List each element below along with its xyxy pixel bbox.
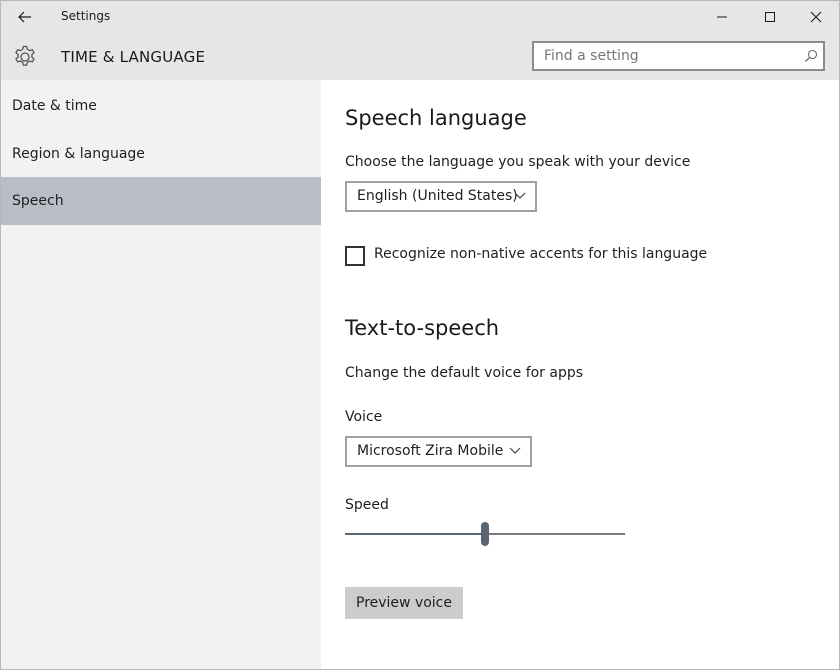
minimize-icon (717, 16, 727, 18)
voice-dropdown-value: Microsoft Zira Mobile (357, 443, 504, 459)
chevron-down-icon (509, 447, 521, 454)
maximize-icon (765, 12, 775, 22)
close-icon (810, 11, 822, 23)
sidebar-item-label: Speech (12, 193, 64, 209)
sidebar-item-label: Region & language (12, 146, 145, 162)
page-header: TIME & LANGUAGE (1, 33, 839, 80)
search-icon[interactable] (803, 48, 819, 64)
speech-language-heading: Speech language (345, 106, 527, 130)
back-button[interactable] (11, 5, 39, 29)
voice-label: Voice (345, 409, 383, 425)
sidebar-item-label: Date & time (12, 98, 97, 114)
title-bar: Settings (1, 1, 839, 33)
close-button[interactable] (793, 1, 839, 33)
voice-dropdown[interactable]: Microsoft Zira Mobile (345, 436, 532, 467)
search-box[interactable] (532, 41, 825, 71)
page-title: TIME & LANGUAGE (61, 48, 206, 66)
search-input[interactable] (534, 43, 794, 69)
speed-slider-track (489, 533, 625, 535)
language-dropdown[interactable]: English (United States) (345, 181, 537, 212)
window-title: Settings (61, 9, 111, 23)
gear-icon (15, 45, 35, 66)
sidebar-item-speech[interactable]: Speech (1, 177, 321, 225)
tts-heading: Text-to-speech (345, 316, 500, 340)
main-content: Speech language Choose the language you … (321, 80, 839, 669)
settings-window: Settings TIME & LANGUAGE Find a setting … (0, 0, 840, 670)
speed-slider-fill (345, 533, 481, 535)
speed-slider-thumb[interactable] (481, 522, 489, 546)
tts-description: Change the default voice for apps (345, 365, 584, 381)
sidebar: Date & time Region & language Speech (1, 80, 321, 669)
preview-voice-button[interactable]: Preview voice (345, 587, 463, 619)
sidebar-item-region-language[interactable]: Region & language (1, 130, 321, 178)
accents-checkbox[interactable] (345, 246, 365, 266)
minimize-button[interactable] (699, 1, 745, 33)
back-arrow-icon (18, 11, 31, 23)
speech-language-description: Choose the language you speak with your … (345, 154, 691, 170)
language-dropdown-value: English (United States) (357, 188, 518, 204)
accents-checkbox-label[interactable]: Recognize non-native accents for this la… (374, 246, 707, 262)
sidebar-item-date-time[interactable]: Date & time (1, 82, 321, 130)
maximize-button[interactable] (747, 1, 793, 33)
speed-label: Speed (345, 497, 389, 513)
chevron-down-icon (514, 192, 526, 199)
speed-slider[interactable] (345, 520, 625, 548)
